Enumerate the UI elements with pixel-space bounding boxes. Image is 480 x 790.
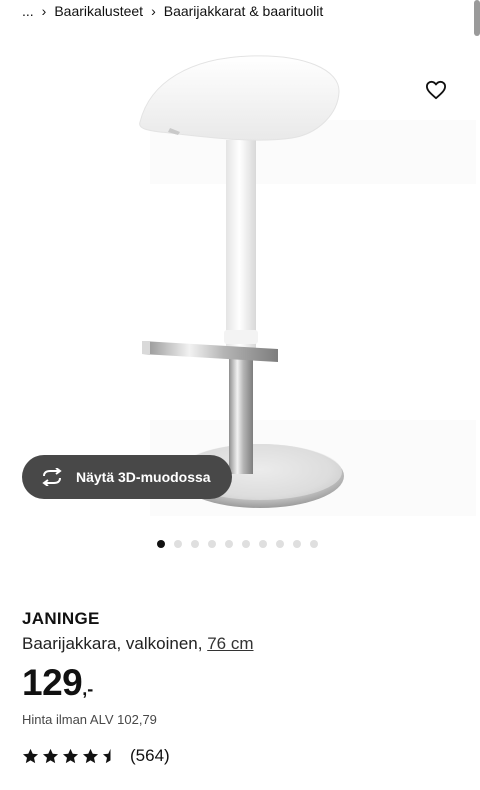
star-full-icon bbox=[62, 748, 79, 764]
breadcrumb-item-bar-stools[interactable]: Baarijakkarat & baarituolit bbox=[164, 3, 324, 19]
price-suffix: ,- bbox=[82, 679, 94, 699]
product-name[interactable]: JANINGE bbox=[22, 609, 100, 629]
gallery-dot[interactable] bbox=[191, 540, 199, 548]
view-3d-label: Näytä 3D-muodossa bbox=[76, 469, 211, 485]
gallery-dot[interactable] bbox=[225, 540, 233, 548]
product-size-link[interactable]: 76 cm bbox=[207, 634, 253, 653]
gallery-dot[interactable] bbox=[157, 540, 165, 548]
gallery-dot[interactable] bbox=[174, 540, 182, 548]
product-type-label: Baarijakkara, valkoinen, bbox=[22, 634, 203, 653]
favourite-button[interactable] bbox=[424, 78, 448, 102]
gallery-dot[interactable] bbox=[276, 540, 284, 548]
gallery-dot[interactable] bbox=[310, 540, 318, 548]
gallery-pagination bbox=[157, 540, 318, 548]
star-full-icon bbox=[82, 748, 99, 764]
gallery-dot[interactable] bbox=[242, 540, 250, 548]
rotate-arrows-icon bbox=[42, 468, 62, 486]
breadcrumb-item-bar-furniture[interactable]: Baarikalusteet bbox=[54, 3, 143, 19]
gallery-dot[interactable] bbox=[208, 540, 216, 548]
review-count: (564) bbox=[130, 746, 170, 765]
gallery-dot[interactable] bbox=[293, 540, 301, 548]
view-3d-button[interactable]: Näytä 3D-muodossa bbox=[22, 455, 232, 499]
scrollbar[interactable] bbox=[474, 0, 480, 36]
rating[interactable]: (564) bbox=[22, 746, 170, 766]
product-description: Baarijakkara, valkoinen, 76 cm bbox=[22, 634, 254, 654]
heart-outline-icon bbox=[425, 80, 446, 100]
star-half-icon bbox=[102, 748, 119, 764]
price-ex-vat: Hinta ilman ALV 102,79 bbox=[22, 712, 157, 727]
chevron-right-icon: › bbox=[151, 3, 156, 19]
price: 129 ,- bbox=[22, 662, 93, 704]
breadcrumb: ... › Baarikalusteet › Baarijakkarat & b… bbox=[22, 0, 323, 22]
breadcrumb-ellipsis[interactable]: ... bbox=[22, 3, 34, 19]
gallery-dot[interactable] bbox=[259, 540, 267, 548]
chevron-right-icon: › bbox=[41, 3, 47, 19]
star-full-icon bbox=[22, 748, 39, 764]
star-full-icon bbox=[42, 748, 59, 764]
price-integer: 129 bbox=[22, 662, 83, 703]
